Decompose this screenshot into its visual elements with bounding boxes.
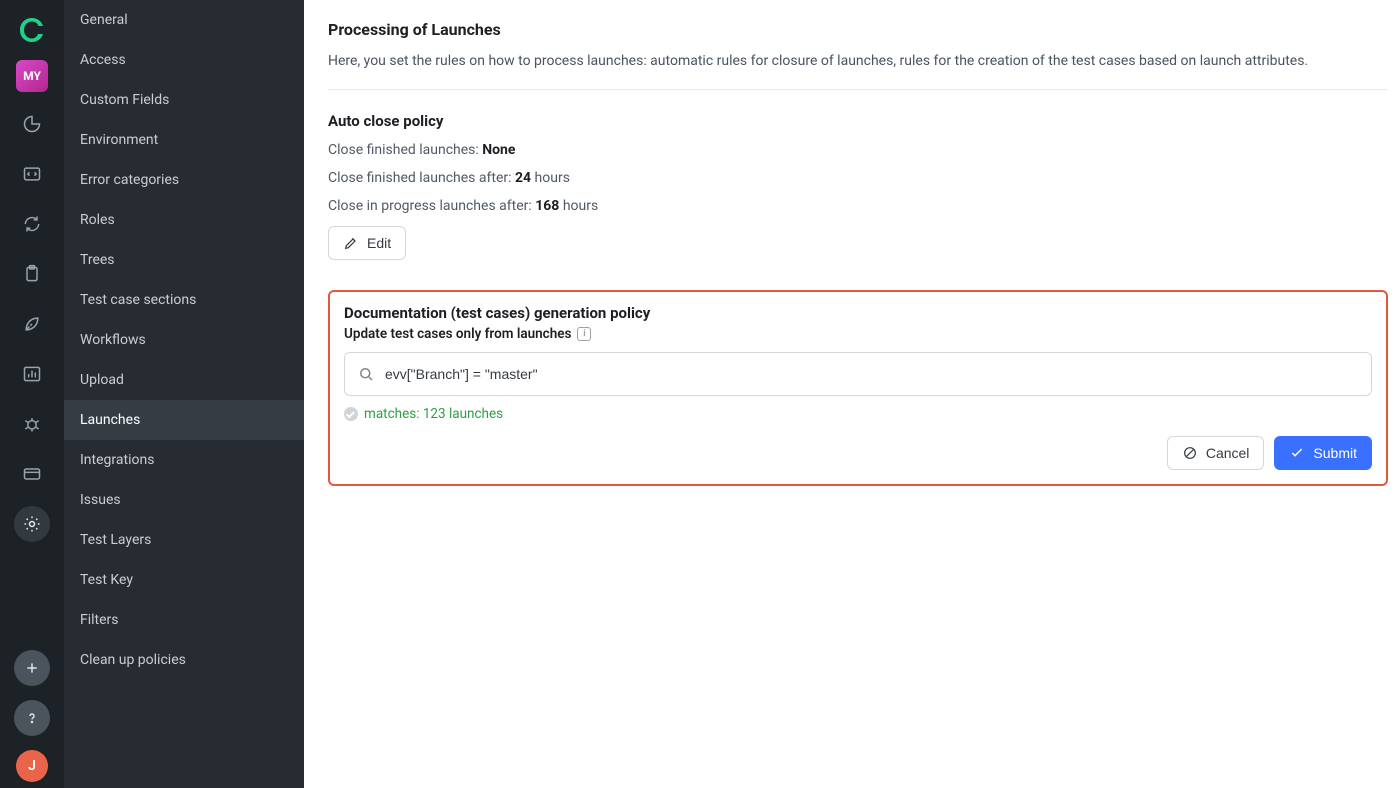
- sidebar-item-clean-up-policies[interactable]: Clean up policies: [64, 640, 304, 680]
- sidebar-item-integrations[interactable]: Integrations: [64, 440, 304, 480]
- bug-icon[interactable]: [14, 406, 50, 442]
- cancel-button-label: Cancel: [1206, 445, 1250, 461]
- sidebar-item-label: General: [80, 12, 128, 28]
- main-content: Processing of Launches Here, you set the…: [304, 0, 1400, 788]
- sidebar-item-filters[interactable]: Filters: [64, 600, 304, 640]
- analytics-icon[interactable]: [14, 106, 50, 142]
- card-icon[interactable]: [14, 456, 50, 492]
- sidebar-item-label: Test case sections: [80, 292, 196, 308]
- panel-actions: Cancel Submit: [344, 436, 1372, 470]
- matches-status: matches: 123 launches: [344, 406, 1372, 422]
- suffix: hours: [559, 198, 598, 214]
- matches-text: matches: 123 launches: [364, 406, 503, 422]
- sidebar-item-label: Launches: [80, 412, 140, 428]
- edit-button[interactable]: Edit: [328, 226, 406, 260]
- sublabel-text: Update test cases only from launches: [344, 326, 571, 342]
- sidebar-item-roles[interactable]: Roles: [64, 200, 304, 240]
- info-icon[interactable]: i: [577, 327, 591, 341]
- sidebar-item-label: Issues: [80, 492, 121, 508]
- sidebar-item-upload[interactable]: Upload: [64, 360, 304, 400]
- check-icon: [344, 407, 358, 421]
- sidebar-item-label: Filters: [80, 612, 119, 628]
- submit-button-label: Submit: [1313, 445, 1357, 461]
- user-avatar[interactable]: J: [16, 750, 48, 782]
- help-icon[interactable]: [14, 700, 50, 736]
- sidebar-item-label: Trees: [80, 252, 115, 268]
- code-icon[interactable]: [14, 156, 50, 192]
- chart-icon[interactable]: [14, 356, 50, 392]
- refresh-icon[interactable]: [14, 206, 50, 242]
- sidebar-item-label: Roles: [80, 212, 115, 228]
- app-logo[interactable]: [16, 14, 48, 46]
- doc-policy-heading: Documentation (test cases) generation po…: [344, 304, 1372, 322]
- label: Close finished launches after:: [328, 170, 515, 186]
- doc-policy-panel: Documentation (test cases) generation po…: [328, 290, 1388, 486]
- doc-policy-sublabel: Update test cases only from launches i: [344, 326, 1372, 342]
- auto-close-finished: Close finished launches: None: [328, 142, 1388, 158]
- divider: [328, 89, 1388, 90]
- submit-button[interactable]: Submit: [1274, 436, 1372, 470]
- sidebar-item-label: Upload: [80, 372, 124, 388]
- query-input[interactable]: [385, 366, 1359, 382]
- sidebar-item-error-categories[interactable]: Error categories: [64, 160, 304, 200]
- sidebar-item-label: Error categories: [80, 172, 179, 188]
- page-title: Processing of Launches: [328, 20, 1388, 39]
- label: Close finished launches:: [328, 142, 482, 158]
- sidebar-item-label: Integrations: [80, 452, 154, 468]
- sidebar-item-test-key[interactable]: Test Key: [64, 560, 304, 600]
- pencil-icon: [343, 235, 359, 251]
- label: Close in progress launches after:: [328, 198, 535, 214]
- value: 24: [515, 170, 531, 186]
- sidebar-item-label: Workflows: [80, 332, 146, 348]
- auto-close-finished-after: Close finished launches after: 24 hours: [328, 170, 1388, 186]
- sidebar-item-label: Test Layers: [80, 532, 151, 548]
- rocket-icon[interactable]: [14, 306, 50, 342]
- page-description: Here, you set the rules on how to proces…: [328, 53, 1388, 69]
- auto-close-heading: Auto close policy: [328, 112, 1388, 130]
- sidebar-item-label: Custom Fields: [80, 92, 169, 108]
- auto-close-inprogress-after: Close in progress launches after: 168 ho…: [328, 198, 1388, 214]
- project-badge[interactable]: MY: [16, 60, 48, 92]
- value: 168: [535, 198, 559, 214]
- sidebar-item-issues[interactable]: Issues: [64, 480, 304, 520]
- sidebar-item-label: Test Key: [80, 572, 133, 588]
- sidebar-item-label: Clean up policies: [80, 652, 186, 668]
- cancel-icon: [1182, 445, 1198, 461]
- settings-sidebar: General Access Custom Fields Environment…: [64, 0, 304, 788]
- value: None: [482, 142, 515, 158]
- sidebar-item-access[interactable]: Access: [64, 40, 304, 80]
- query-field[interactable]: [344, 352, 1372, 396]
- cancel-button[interactable]: Cancel: [1167, 436, 1265, 470]
- sidebar-item-environment[interactable]: Environment: [64, 120, 304, 160]
- check-icon: [1289, 445, 1305, 461]
- search-icon: [357, 365, 375, 383]
- clipboard-icon[interactable]: [14, 256, 50, 292]
- edit-button-label: Edit: [367, 235, 391, 251]
- settings-icon[interactable]: [14, 506, 50, 542]
- sidebar-item-workflows[interactable]: Workflows: [64, 320, 304, 360]
- sidebar-item-label: Access: [80, 52, 126, 68]
- sidebar-item-label: Environment: [80, 132, 158, 148]
- sidebar-item-general[interactable]: General: [64, 0, 304, 40]
- sidebar-item-test-layers[interactable]: Test Layers: [64, 520, 304, 560]
- sidebar-item-test-case-sections[interactable]: Test case sections: [64, 280, 304, 320]
- icon-rail: MY: [0, 0, 64, 788]
- sidebar-item-trees[interactable]: Trees: [64, 240, 304, 280]
- sidebar-item-custom-fields[interactable]: Custom Fields: [64, 80, 304, 120]
- suffix: hours: [531, 170, 570, 186]
- sidebar-item-launches[interactable]: Launches: [64, 400, 304, 440]
- add-icon[interactable]: [14, 650, 50, 686]
